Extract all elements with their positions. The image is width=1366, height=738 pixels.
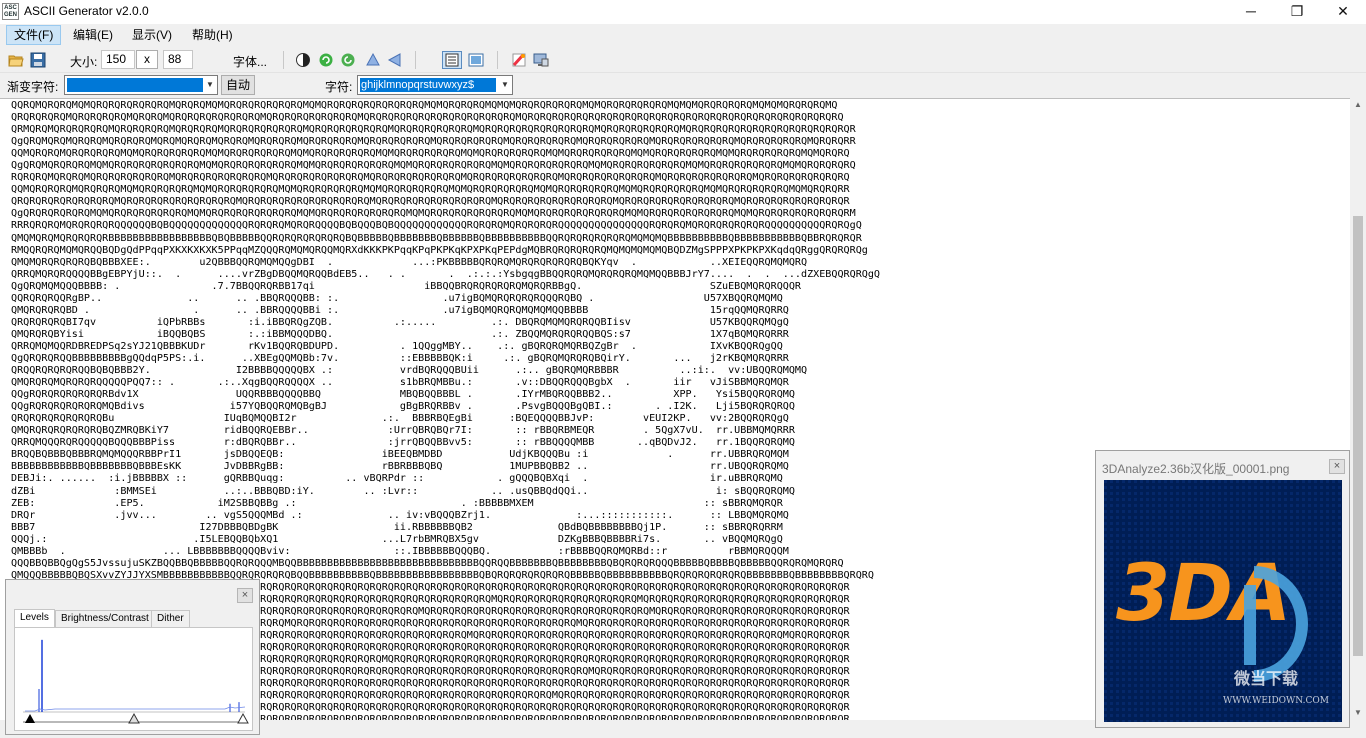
chars-combobox[interactable]: ghijklmnopqrstuvwxyz$ ▼	[357, 75, 513, 95]
levels-close-button[interactable]: ×	[237, 588, 253, 603]
rotate-icon[interactable]	[318, 52, 334, 68]
scrollbar-thumb[interactable]	[1353, 216, 1363, 656]
ramp-combobox[interactable]: ▼	[64, 75, 218, 95]
save-icon[interactable]	[30, 52, 46, 68]
main-toolbar: 大小: 150 x 88 字体...	[0, 48, 1366, 73]
character-toolbar: 渐变字符: ▼ 自动 字符: ghijklmnopqrstuvwxyz$ ▼	[0, 73, 1366, 97]
toolbar-separator	[283, 51, 284, 69]
flip-horizontal-icon[interactable]	[387, 52, 403, 68]
font-button[interactable]: 字体...	[233, 53, 267, 70]
menu-file[interactable]: 文件(F)	[6, 25, 62, 45]
toolbar-separator	[497, 51, 498, 69]
levels-panel: × Levels Brightness/Contrast Dither	[5, 579, 260, 735]
vertical-scrollbar[interactable]: ▲ ▼	[1350, 98, 1366, 720]
histogram-curve	[25, 706, 246, 712]
tab-brightness-contrast[interactable]: Brightness/Contrast	[55, 610, 155, 627]
scroll-up-icon[interactable]: ▲	[1350, 98, 1366, 112]
chevron-down-icon[interactable]: ▼	[203, 76, 217, 94]
white-point-handle[interactable]	[237, 712, 249, 724]
invert-icon[interactable]	[295, 52, 311, 68]
menu-view[interactable]: 显示(V)	[125, 26, 179, 44]
histogram-chart	[23, 639, 249, 724]
scroll-down-icon[interactable]: ▼	[1350, 706, 1366, 720]
refresh-icon[interactable]	[340, 52, 356, 68]
text-view-icon[interactable]	[442, 51, 462, 69]
lock-ratio-button[interactable]: x	[136, 50, 158, 69]
menu-edit[interactable]: 编辑(E)	[66, 26, 120, 44]
flip-vertical-icon[interactable]	[365, 52, 381, 68]
chars-label: 字符:	[325, 80, 353, 94]
preview-close-button[interactable]: ×	[1329, 459, 1345, 474]
preview-logo-text: 3DA	[1116, 549, 1289, 639]
midpoint-handle[interactable]	[128, 712, 140, 724]
watermark-cn: 微当下载	[1233, 669, 1298, 688]
watermark-logo-bar	[1244, 585, 1256, 665]
export-icon[interactable]	[533, 52, 549, 68]
menu-bar: 文件(F) 编辑(E) 显示(V) 帮助(H)	[0, 24, 1366, 46]
size-label: 大小:	[70, 55, 98, 69]
color-icon[interactable]	[511, 52, 527, 68]
toolbar-separator	[415, 51, 416, 69]
title-bar: ASC GEN ASCII Generator v2.0.0 ─ ❐ ✕	[0, 0, 1366, 24]
preview-panel: 3DAnalyze2.36b汉化版_00001.png × 3DA 微当下载 W…	[1095, 450, 1350, 728]
close-button[interactable]: ✕	[1320, 0, 1366, 24]
menu-help[interactable]: 帮助(H)	[185, 26, 240, 44]
histogram	[14, 627, 253, 731]
restore-button[interactable]: ❐	[1274, 0, 1320, 24]
auto-button[interactable]: 自动	[221, 75, 255, 95]
preview-image: 3DA 微当下载 WWW.WEIDOWN.COM	[1104, 480, 1342, 722]
tab-dither[interactable]: Dither	[151, 610, 190, 627]
chevron-down-icon[interactable]: ▼	[498, 76, 512, 94]
scroll-corner	[1350, 720, 1366, 738]
window-title: ASCII Generator v2.0.0	[24, 4, 149, 18]
watermark-en: WWW.WEIDOWN.COM	[1223, 696, 1329, 706]
minimize-button[interactable]: ─	[1228, 0, 1274, 24]
height-input[interactable]: 88	[163, 50, 193, 69]
ramp-label: 渐变字符:	[7, 80, 59, 94]
open-folder-icon[interactable]	[8, 52, 24, 68]
image-view-icon[interactable]	[468, 52, 484, 68]
preview-title: 3DAnalyze2.36b汉化版_00001.png	[1102, 462, 1290, 476]
tab-levels[interactable]: Levels	[14, 609, 55, 627]
chars-value: ghijklmnopqrstuvwxyz$	[360, 78, 496, 92]
app-icon: ASC GEN	[2, 3, 19, 20]
ramp-value	[67, 78, 203, 92]
width-input[interactable]: 150	[101, 50, 135, 69]
preview-artwork: 3DA 微当下载 WWW.WEIDOWN.COM	[1104, 480, 1342, 722]
black-point-handle[interactable]	[25, 714, 35, 723]
